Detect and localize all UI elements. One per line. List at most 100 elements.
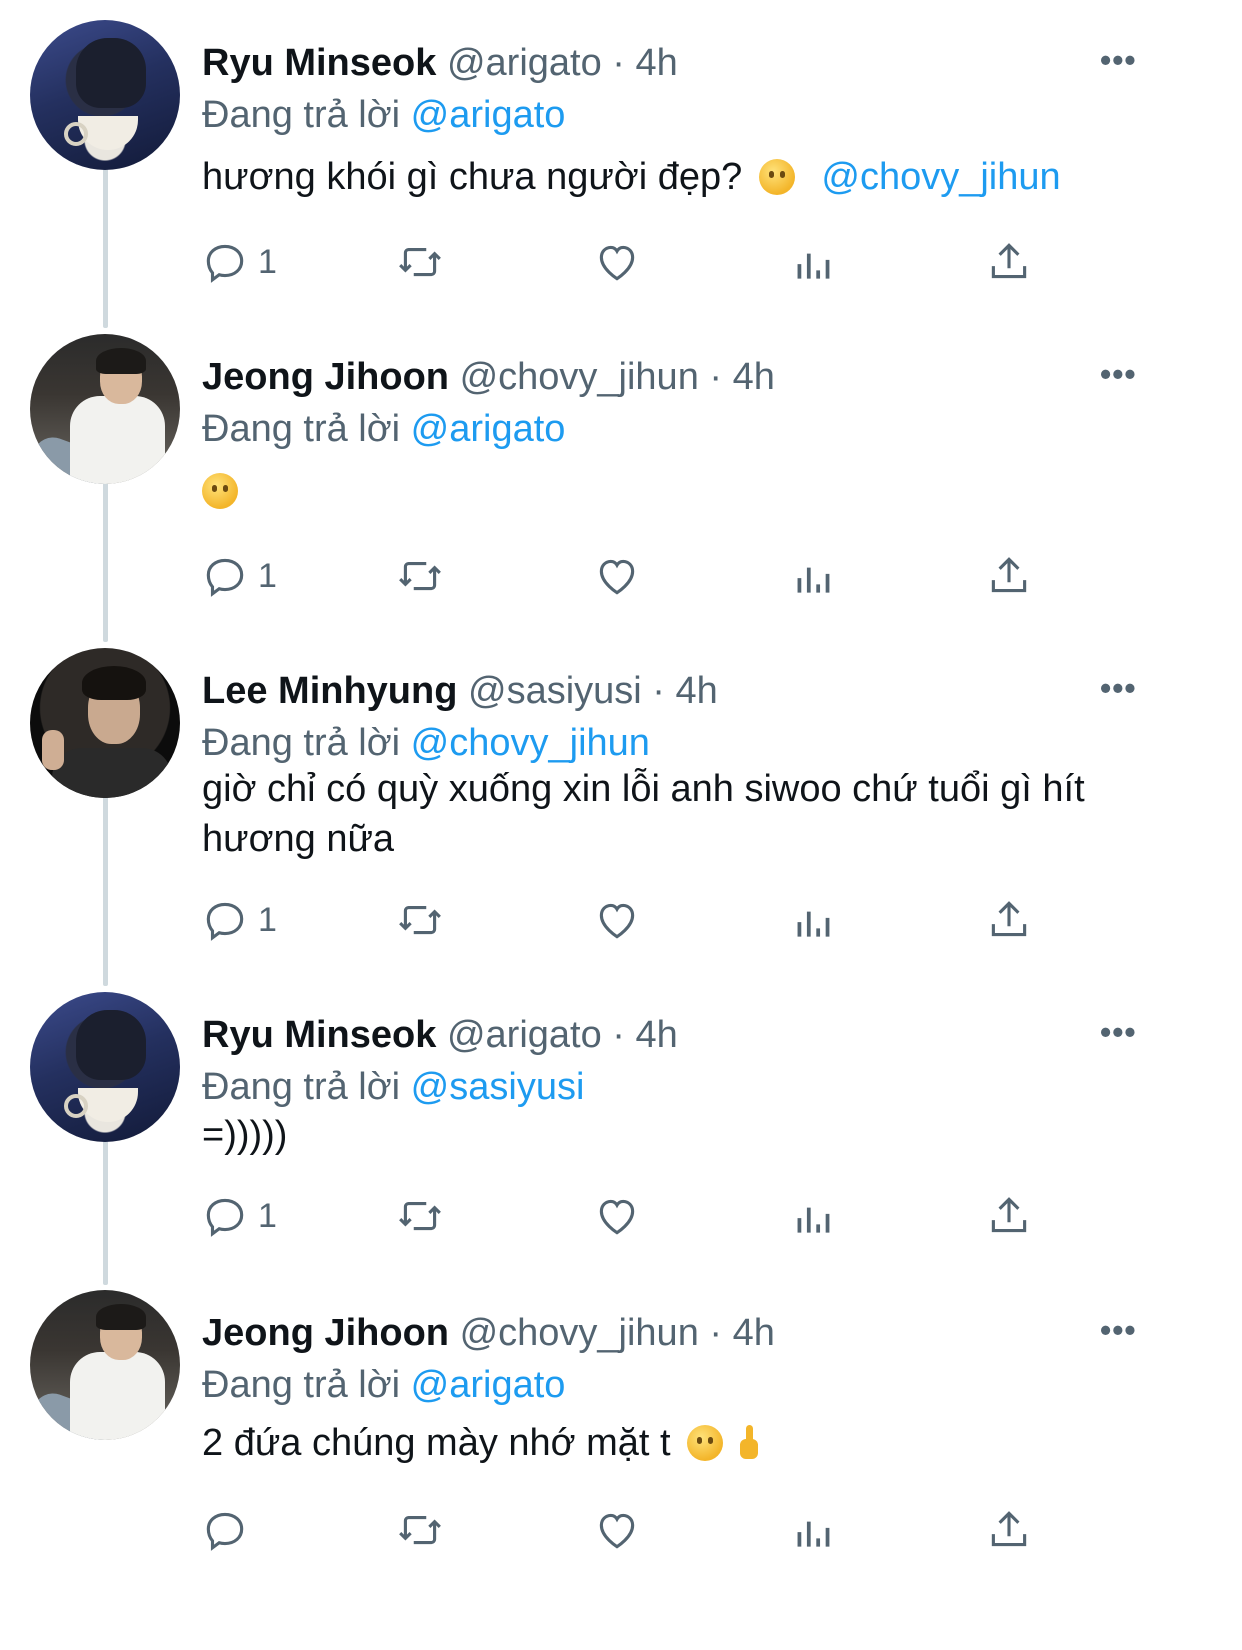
replying-to-link[interactable]: @arigato <box>411 94 566 136</box>
tweet[interactable]: Jeong Jihoon @chovy_jihun · 4h ••• Đang … <box>0 334 1242 624</box>
reply-count: 1 <box>258 900 277 939</box>
reply-icon <box>206 558 244 597</box>
tweet[interactable]: Ryu Minseok @arigato · 4h ••• Đang trả l… <box>0 992 1242 1262</box>
retweet-button[interactable] <box>395 546 445 606</box>
reply-count: 1 <box>258 556 277 595</box>
tweet[interactable]: Ryu Minseok @arigato · 4h ••• Đang trả l… <box>0 20 1242 310</box>
author-handle[interactable]: @chovy_jihun · 4h <box>460 356 775 398</box>
reply-button[interactable]: 1 <box>200 546 277 606</box>
author-name[interactable]: Jeong Jihoon <box>202 1312 449 1354</box>
author-name[interactable]: Ryu Minseok <box>202 42 436 84</box>
share-icon <box>991 901 1027 937</box>
share-icon <box>991 1511 1027 1547</box>
replying-to-link[interactable]: @sasiyusi <box>411 1066 585 1108</box>
tweet-actions: 1 <box>0 890 1242 950</box>
reply-count: 1 <box>258 242 277 281</box>
views-icon <box>797 253 830 279</box>
like-button[interactable] <box>592 1500 642 1560</box>
tweet-actions: 1 <box>0 546 1242 606</box>
avatar[interactable] <box>30 20 180 170</box>
tweet[interactable]: Jeong Jihoon @chovy_jihun · 4h ••• Đang … <box>0 1290 1242 1650</box>
avatar[interactable] <box>30 1290 180 1440</box>
share-button[interactable] <box>984 546 1034 606</box>
reply-button[interactable]: 1 <box>200 1186 277 1246</box>
views-button[interactable] <box>789 232 839 292</box>
share-button[interactable] <box>984 890 1034 950</box>
like-icon <box>599 245 635 281</box>
reply-icon <box>206 1512 244 1551</box>
share-icon <box>991 557 1027 593</box>
retweet-icon <box>399 1515 441 1545</box>
author-handle[interactable]: @chovy_jihun · 4h <box>460 1312 775 1354</box>
like-icon <box>599 559 635 595</box>
views-icon <box>797 1207 830 1233</box>
replying-label: Đang trả lời <box>202 722 401 764</box>
avatar[interactable] <box>30 334 180 484</box>
more-options-button[interactable]: ••• <box>1100 356 1137 393</box>
reply-icon <box>206 244 244 283</box>
retweet-button[interactable] <box>395 1500 445 1560</box>
replying-to-link[interactable]: @arigato <box>411 408 566 450</box>
retweet-button[interactable] <box>395 232 445 292</box>
tweet-text: 2 đứa chúng mày nhớ mặt t <box>202 1418 1162 1468</box>
replying-label: Đang trả lời <box>202 1066 401 1108</box>
reply-icon <box>206 1198 244 1237</box>
like-icon <box>599 1199 635 1235</box>
retweet-icon <box>399 905 441 935</box>
views-icon <box>797 1521 830 1547</box>
more-options-button[interactable]: ••• <box>1100 670 1137 707</box>
avatar[interactable] <box>30 992 180 1142</box>
replying-label: Đang trả lời <box>202 408 401 450</box>
slightly-smiling-face-emoji <box>687 1425 724 1461</box>
share-button[interactable] <box>984 232 1034 292</box>
more-options-button[interactable]: ••• <box>1100 1312 1137 1349</box>
author-name[interactable]: Jeong Jihoon <box>202 356 449 398</box>
replying-label: Đang trả lời <box>202 94 401 136</box>
share-icon <box>991 1197 1027 1233</box>
replying-label: Đang trả lời <box>202 1364 401 1406</box>
author-handle[interactable]: @arigato · 4h <box>447 1014 678 1056</box>
like-button[interactable] <box>592 546 642 606</box>
replying-to-link[interactable]: @arigato <box>411 1364 566 1406</box>
woozy-face-emoji <box>758 159 795 195</box>
avatar[interactable] <box>30 648 180 798</box>
like-button[interactable] <box>592 232 642 292</box>
reply-icon <box>206 902 244 941</box>
retweet-icon <box>399 1201 441 1231</box>
like-button[interactable] <box>592 890 642 950</box>
tweet-text: =))))) <box>202 1114 288 1156</box>
share-button[interactable] <box>984 1500 1034 1560</box>
views-button[interactable] <box>789 1500 839 1560</box>
retweet-button[interactable] <box>395 1186 445 1246</box>
replying-to-link[interactable]: @chovy_jihun <box>411 722 650 764</box>
tweet[interactable]: Lee Minhyung @sasiyusi · 4h ••• Đang trả… <box>0 648 1242 968</box>
views-button[interactable] <box>789 1186 839 1246</box>
author-handle[interactable]: @sasiyusi · 4h <box>468 670 718 712</box>
reply-button[interactable] <box>200 1500 258 1560</box>
views-icon <box>797 911 830 937</box>
author-name[interactable]: Lee Minhyung <box>202 670 457 712</box>
share-button[interactable] <box>984 1186 1034 1246</box>
retweet-button[interactable] <box>395 890 445 950</box>
slightly-smiling-face-emoji <box>202 473 238 509</box>
middle-finger-emoji <box>739 1425 758 1461</box>
views-button[interactable] <box>789 890 839 950</box>
tweet-actions: 1 <box>0 232 1242 292</box>
more-options-button[interactable]: ••• <box>1100 1014 1137 1051</box>
tweet-actions <box>0 1500 1242 1560</box>
reply-button[interactable]: 1 <box>200 232 277 292</box>
author-handle[interactable]: @arigato · 4h <box>447 42 678 84</box>
mention-link[interactable]: @chovy_jihun <box>821 156 1060 198</box>
retweet-icon <box>399 247 441 277</box>
views-icon <box>797 567 830 593</box>
tweet-text <box>196 466 1156 516</box>
tweet-actions: 1 <box>0 1186 1242 1246</box>
tweet-text: hương khói gì chưa người đẹp? @chovy_jih… <box>202 156 1061 198</box>
reply-button[interactable]: 1 <box>200 890 277 950</box>
author-name[interactable]: Ryu Minseok <box>202 1014 436 1056</box>
tweet-text: giờ chỉ có quỳ xuống xin lỗi anh siwoo c… <box>202 768 1085 860</box>
views-button[interactable] <box>789 546 839 606</box>
more-options-button[interactable]: ••• <box>1100 42 1137 79</box>
like-button[interactable] <box>592 1186 642 1246</box>
reply-count: 1 <box>258 1196 277 1235</box>
